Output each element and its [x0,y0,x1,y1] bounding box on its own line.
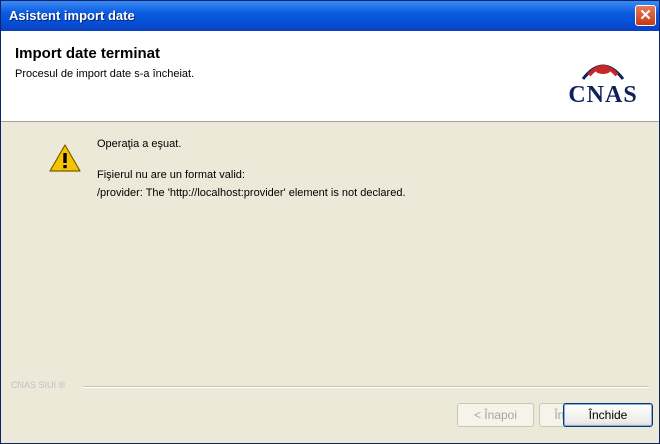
title-bar[interactable]: Asistent import date ✕ [1,1,659,31]
import-wizard-window: Asistent import date ✕ Import date termi… [0,0,660,444]
page-subtitle: Procesul de import date s-a încheiat. [15,68,195,80]
close-window-button[interactable]: ✕ [635,5,656,26]
error-line-2: /provider: The 'http://localhost:provide… [97,187,406,199]
close-button[interactable]: Închide [563,403,653,427]
brand-divider: CNAS SIUI ® [11,379,651,393]
error-line-1: Fişierul nu are un format valid: [97,169,245,181]
page-title: Import date terminat [15,45,161,62]
window-title: Asistent import date [9,8,135,23]
divider-line [83,386,649,388]
warning-icon [49,143,81,178]
brand-label: CNAS SIUI ® [11,380,66,390]
status-message: Operaţia a eşuat. [97,138,182,150]
back-button[interactable]: < Înapoi [457,403,534,427]
wizard-header: Import date terminat Procesul de import … [1,31,659,122]
logo-text: CNAS [568,82,638,108]
cnas-logo: CNAS [561,49,645,111]
